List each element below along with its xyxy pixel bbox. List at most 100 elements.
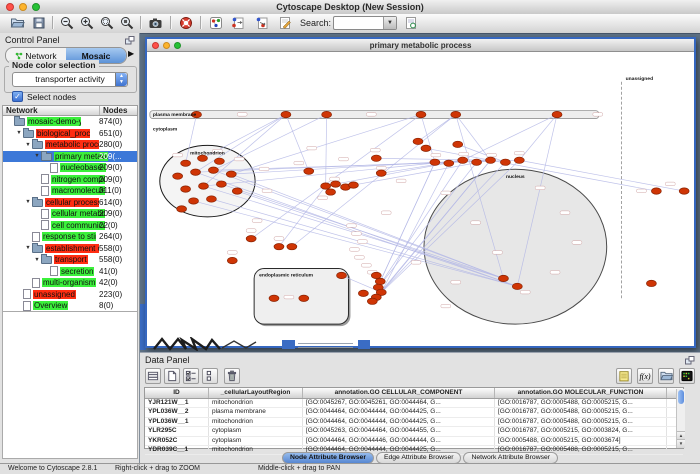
dropdown-stepper-icon[interactable]: ▲▼ xyxy=(115,73,127,86)
tree-row-biological-process[interactable]: ▼biological_process651(0) xyxy=(3,128,137,140)
attribute-search-button[interactable] xyxy=(402,15,420,31)
tree-row-overview[interactable]: Overview8(0) xyxy=(3,300,137,312)
network-node[interactable] xyxy=(189,198,199,204)
network-node[interactable] xyxy=(181,186,191,192)
tree-expander-icon[interactable]: ▼ xyxy=(33,257,41,263)
tree-row-establishment-of-lo[interactable]: ▼establishment of lo558(0) xyxy=(3,243,137,255)
network-node[interactable] xyxy=(181,160,191,166)
annotation-button[interactable] xyxy=(276,15,294,31)
network-node[interactable] xyxy=(206,196,216,202)
tree-row-cellular-metabo[interactable]: cellular metabo209(0) xyxy=(3,208,137,220)
snapshot-button[interactable] xyxy=(146,15,164,31)
network-node[interactable] xyxy=(453,141,463,147)
table-row[interactable]: YJR121W__1mitochondrion[GO:0045267, GO:0… xyxy=(145,399,683,408)
table-column-header[interactable]: annotation.GO CELLULAR_COMPONENT xyxy=(303,388,495,398)
search-input[interactable] xyxy=(335,17,385,27)
tree-row-secretion[interactable]: secretion41(0) xyxy=(3,266,137,278)
tab-overflow-arrow[interactable]: ▶ xyxy=(128,49,134,58)
tree-row-multi-organism-pro[interactable]: multi-organism pro42(0) xyxy=(3,277,137,289)
network-node[interactable] xyxy=(199,183,209,189)
network-node[interactable] xyxy=(512,283,522,289)
network-node[interactable] xyxy=(444,160,454,166)
tree-expander-icon[interactable]: ▼ xyxy=(24,142,32,148)
network-node[interactable] xyxy=(375,278,385,284)
tree-column-network[interactable]: Network xyxy=(3,106,100,115)
table-column-header[interactable]: annotation.GO MOLECULAR_FUNCTION xyxy=(495,388,667,398)
network-node[interactable] xyxy=(287,243,297,249)
node-color-dropdown[interactable]: transporter activity ▲▼ xyxy=(12,72,128,87)
network-node[interactable] xyxy=(514,157,524,163)
network-node[interactable] xyxy=(191,169,201,175)
network-frame-titlebar[interactable]: primary metabolic process xyxy=(147,39,694,52)
new-attribute-button[interactable] xyxy=(164,368,180,384)
network-node[interactable] xyxy=(216,181,226,187)
table-column-header[interactable]: _cellularLayoutRegion xyxy=(209,388,303,398)
network-node[interactable] xyxy=(500,159,510,165)
tree-expander-icon[interactable]: ▼ xyxy=(15,130,23,136)
notes-button[interactable] xyxy=(616,368,632,384)
network-node[interactable] xyxy=(227,257,237,263)
save-session-button[interactable] xyxy=(30,15,48,31)
select-nodes-checkbox[interactable]: ✓ xyxy=(12,91,23,102)
tree-row-nitrogen-compo[interactable]: nitrogen compo209(0) xyxy=(3,174,137,186)
search-dropdown-arrow-icon[interactable]: ▼ xyxy=(383,17,396,29)
network-node[interactable] xyxy=(651,188,661,194)
tree-row-transport[interactable]: ▼transport558(0) xyxy=(3,254,137,266)
network-node[interactable] xyxy=(331,181,341,187)
network-node[interactable] xyxy=(173,173,183,179)
region-nucleus[interactable] xyxy=(424,169,607,324)
vizmapper-button[interactable] xyxy=(207,15,225,31)
network-node[interactable] xyxy=(416,111,426,117)
network-node[interactable] xyxy=(214,158,224,164)
tree-expander-icon[interactable]: ▼ xyxy=(24,245,32,251)
network-canvas[interactable]: plasma membranecytoplasmmitochondrionnuc… xyxy=(147,52,690,342)
table-row[interactable]: YPL036W__2plasma membrane[GO:0044464, GO… xyxy=(145,408,683,417)
tree-column-nodes[interactable]: Nodes xyxy=(100,106,137,115)
tree-row-mosaic-demo-yeast[interactable]: mosaic-demo-yeast874(0) xyxy=(3,116,137,128)
network-node[interactable] xyxy=(304,168,314,174)
network-node[interactable] xyxy=(458,157,468,163)
network-node[interactable] xyxy=(451,111,461,117)
table-column-header[interactable]: ID xyxy=(145,388,209,398)
zoom-in-button[interactable] xyxy=(78,15,96,31)
tree-row-nucleobase-[interactable]: nucleobase-209(0) xyxy=(3,162,137,174)
network-node[interactable] xyxy=(421,145,431,151)
layout-tool-button-2[interactable] xyxy=(253,15,271,31)
network-node[interactable] xyxy=(321,183,331,189)
tree-row-unassigned[interactable]: unassigned223(0) xyxy=(3,289,137,301)
scrollbar-thumb[interactable] xyxy=(678,390,684,404)
network-node[interactable] xyxy=(552,111,562,117)
network-node[interactable] xyxy=(646,280,656,286)
tree-row-macromolecule[interactable]: macromolecule311(0) xyxy=(3,185,137,197)
import-attributes-button[interactable] xyxy=(658,368,674,384)
open-session-button[interactable] xyxy=(8,15,26,31)
table-scrollbar[interactable]: ▲ ▼ xyxy=(676,389,685,448)
network-node[interactable] xyxy=(177,206,187,212)
attribute-matrix-button[interactable] xyxy=(679,368,695,384)
network-node[interactable] xyxy=(274,243,284,249)
network-node[interactable] xyxy=(246,236,256,242)
select-attributes-button[interactable] xyxy=(183,368,199,384)
network-node[interactable] xyxy=(367,298,377,304)
tree-row-metabolic-process[interactable]: ▼metabolic process280(0) xyxy=(3,139,137,151)
network-node[interactable] xyxy=(376,170,386,176)
scroll-down-icon[interactable]: ▼ xyxy=(677,439,685,448)
table-row[interactable]: YKR052Ccytoplasm[GO:0044464, GO:0044446,… xyxy=(145,437,683,446)
network-node[interactable] xyxy=(371,155,381,161)
network-node[interactable] xyxy=(430,159,440,165)
search-combobox[interactable]: ▼ xyxy=(333,16,397,30)
tree-row-response-to-stimul[interactable]: response to stimul264(0) xyxy=(3,231,137,243)
float-panel-icon[interactable] xyxy=(125,36,135,45)
layout-tool-button-1[interactable] xyxy=(229,15,247,31)
network-node[interactable] xyxy=(679,188,689,194)
unselect-attributes-button[interactable] xyxy=(202,368,218,384)
network-node[interactable] xyxy=(226,171,236,177)
network-node[interactable] xyxy=(281,111,291,117)
network-node[interactable] xyxy=(371,272,381,278)
network-node[interactable] xyxy=(498,275,508,281)
network-node[interactable] xyxy=(232,188,242,194)
tree-row-cellular-process[interactable]: ▼cellular process614(0) xyxy=(3,197,137,209)
formula-builder-button[interactable]: f(x) xyxy=(637,368,653,384)
network-node[interactable] xyxy=(472,159,482,165)
network-node[interactable] xyxy=(322,111,332,117)
